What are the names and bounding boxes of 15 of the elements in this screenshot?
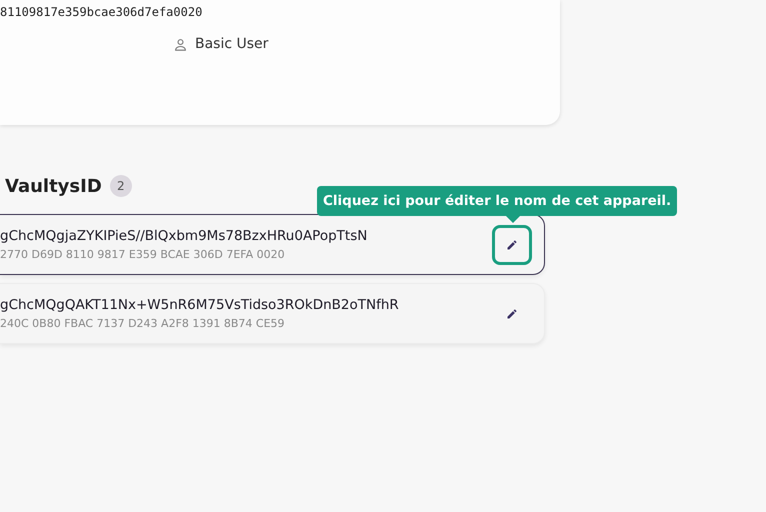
pencil-icon [506,308,518,320]
device-card[interactable]: gChcMQgjaZYKIPieS//BlQxbm9Ms78BzxHRu0APopTtsN 2770 D69D 8110 9817 E359 BCAE 306D 7EFA 0020 [0,214,545,275]
pencil-icon [506,238,518,250]
device-fingerprint: 240C 0B80 FBAC 7137 D243 A2F8 1391 8B74 CE59 [0,317,285,330]
device-fingerprint: 2770 D69D 8110 9817 E359 BCAE 306D 7EFA 0020 [0,248,285,261]
count-badge: 2 [110,175,132,197]
section-title: VaultysID [5,176,102,196]
device-name: gChcMQgjaZYKIPieS//BlQxbm9Ms78BzxHRu0APopTtsN [0,228,368,244]
role-label: Basic User [195,36,268,52]
device-name: gChcMQgQAKT11Nx+W5nR6M75VsTidso3ROkDnB2oTNfhR [0,297,399,313]
key-hash: 81109817e359bcae306d7efa0020 [0,5,202,19]
user-icon [174,38,187,50]
device-card[interactable]: gChcMQgQAKT11Nx+W5nR6M75VsTidso3ROkDnB2oTNfhR 240C 0B80 FBAC 7137 D243 A2F8 1391 8B74 CE59 [0,283,545,344]
tooltip-pointer [506,216,520,223]
edit-button[interactable] [492,224,532,264]
